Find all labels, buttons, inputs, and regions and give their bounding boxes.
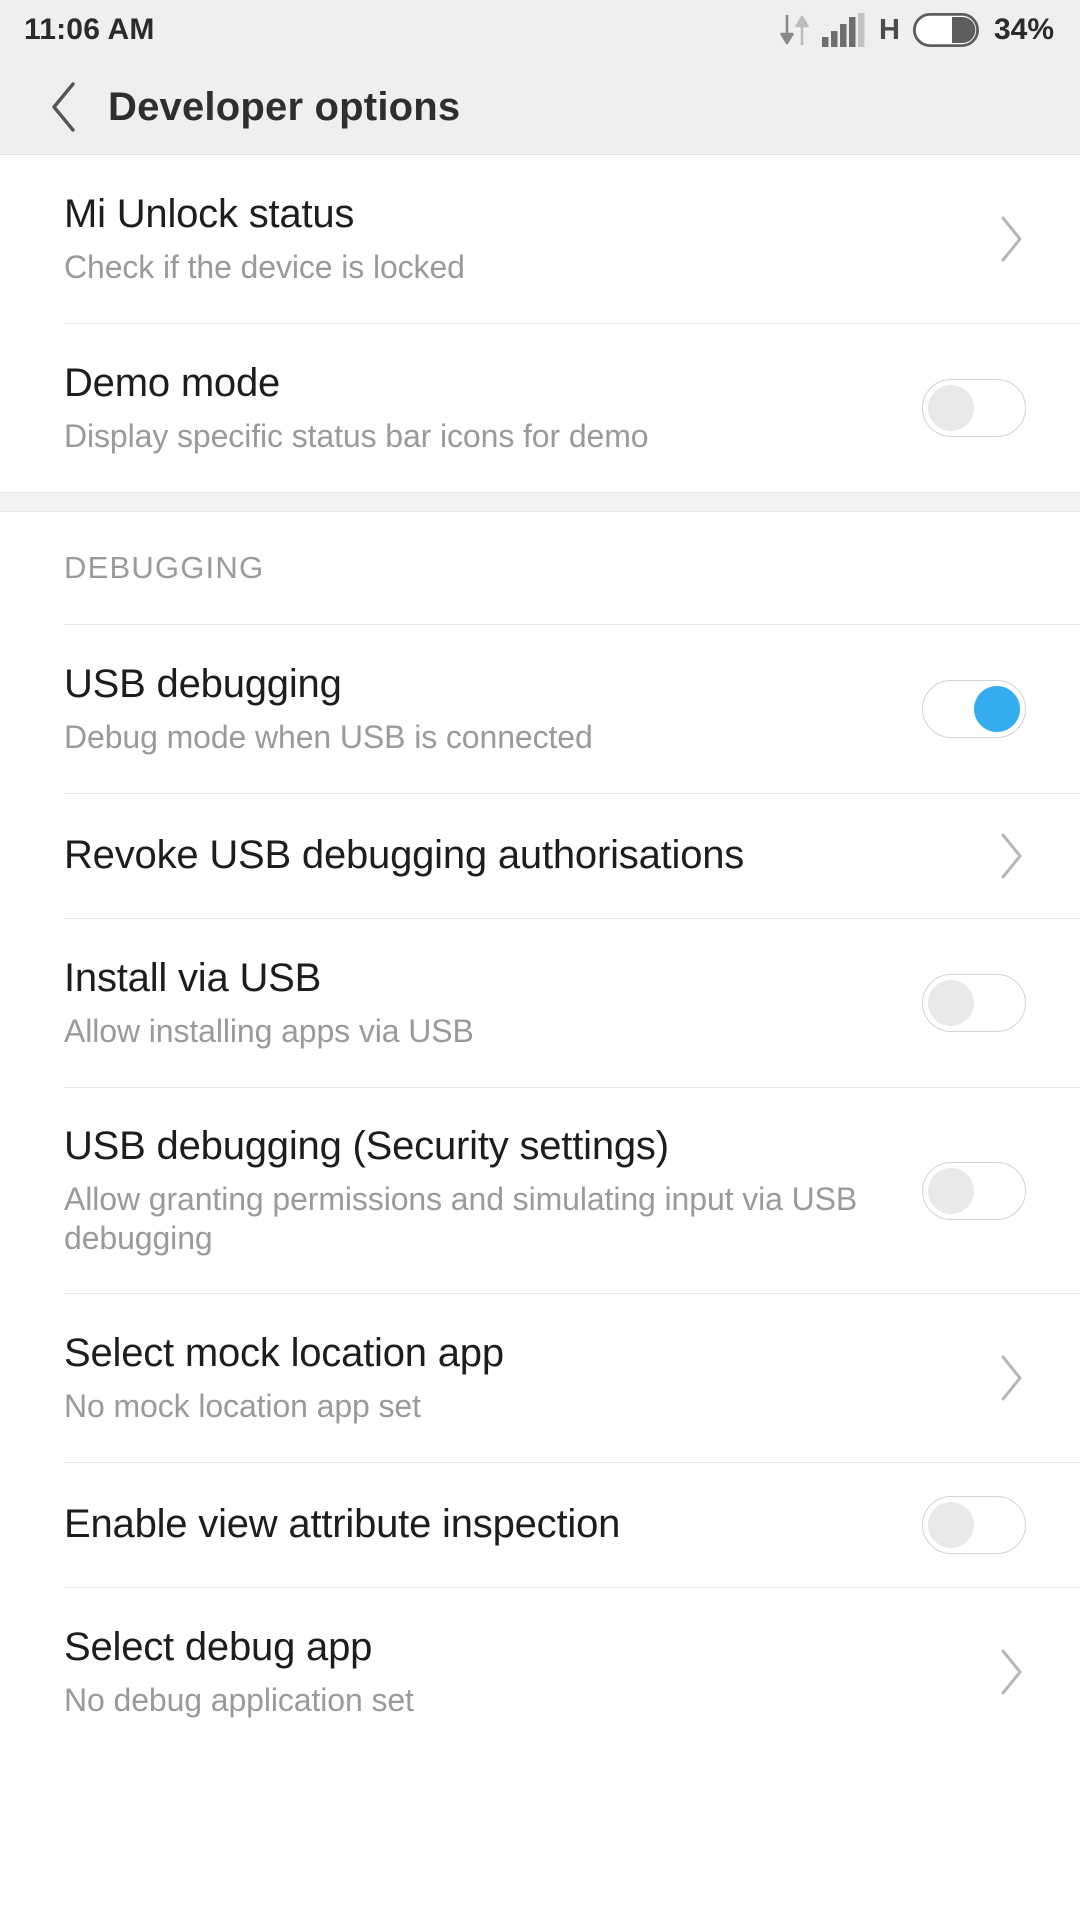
chevron-right-icon [1001,1649,1022,1695]
row-toggle-switch[interactable] [922,974,1026,1032]
data-transfer-icon [780,15,809,45]
row-title: USB debugging (Security settings) [64,1124,669,1169]
row-toggle-switch[interactable] [922,680,1026,738]
row-chevron[interactable] [994,1351,1030,1405]
row-toggle-switch[interactable] [922,379,1026,437]
toggle-knob [928,1167,974,1214]
row-enable-view-attribute-inspection[interactable]: Enable view attribute inspection [0,1463,1080,1587]
row-select-debug-app[interactable]: Select debug app No debug application set [0,1588,1080,1756]
row-usb-debugging[interactable]: USB debugging Debug mode when USB is conn… [0,625,1080,793]
row-text-block: Install via USB Allow installing apps via… [64,955,922,1050]
back-chevron-icon [52,82,75,132]
app-bar: Developer options [0,60,1080,155]
row-title: Revoke USB debugging authorisations [64,833,745,878]
row-select-mock-location-app[interactable]: Select mock location app No mock location… [0,1294,1080,1462]
row-text-block: USB debugging Debug mode when USB is conn… [64,661,922,756]
row-chevron[interactable] [994,212,1030,266]
row-subtitle: No debug application set [64,1681,414,1718]
row-mi-unlock-status[interactable]: Mi Unlock status Check if the device is l… [0,155,1080,323]
row-demo-mode[interactable]: Demo mode Display specific status bar ico… [0,324,1080,492]
row-revoke-usb-debugging-authorisations[interactable]: Revoke USB debugging authorisations [0,794,1080,918]
row-subtitle: Check if the device is locked [64,248,465,285]
row-text-block: Select debug app No debug application set [64,1624,994,1719]
row-text-block: Revoke USB debugging authorisations [64,832,994,879]
row-toggle-switch[interactable] [922,1496,1026,1554]
row-text-block: Mi Unlock status Check if the device is l… [64,191,994,286]
status-bar-clock: 11:06 AM [24,13,155,46]
chevron-right-icon [1001,833,1022,879]
row-chevron[interactable] [994,829,1030,883]
toggle-knob [928,385,974,431]
row-title: Enable view attribute inspection [64,1502,621,1547]
row-install-via-usb[interactable]: Install via USB Allow installing apps via… [0,919,1080,1087]
row-subtitle: Display specific status bar icons for de… [64,417,649,454]
row-title: USB debugging [64,662,342,707]
developer-options-screen: 11:06 AM H 34% Developer options Mi Unlo… [0,0,1080,1920]
row-subtitle: No mock location app set [64,1387,421,1424]
row-title: Mi Unlock status [64,192,355,237]
row-title: Select debug app [64,1625,373,1670]
signal-bars-icon [822,13,865,47]
row-text-block: Demo mode Display specific status bar ico… [64,360,922,455]
toggle-knob [974,686,1020,732]
row-subtitle: Allow granting permissions and simulatin… [64,1180,858,1256]
section-header-label: DEBUGGING [64,550,265,585]
page-title: Developer options [108,84,461,129]
chevron-right-icon [1001,1355,1022,1401]
row-text-block: USB debugging (Security settings) Allow g… [64,1123,922,1257]
status-bar: 11:06 AM H 34% [0,0,1080,60]
row-subtitle: Allow installing apps via USB [64,1012,474,1049]
row-title: Demo mode [64,361,281,406]
back-button[interactable] [36,72,92,142]
battery-icon [912,13,979,47]
row-subtitle: Debug mode when USB is connected [64,718,593,755]
row-toggle-switch[interactable] [922,1161,1026,1220]
chevron-right-icon [1001,216,1022,262]
row-text-block: Select mock location app No mock location… [64,1330,994,1425]
network-type-label: H [879,13,900,46]
row-usb-debugging-security-settings[interactable]: USB debugging (Security settings) Allow g… [0,1088,1080,1293]
section-separator [0,492,1080,512]
row-title: Select mock location app [64,1331,504,1376]
row-text-block: Enable view attribute inspection [64,1501,922,1548]
row-title: Install via USB [64,956,322,1001]
toggle-knob [928,1502,974,1548]
section-header: DEBUGGING [0,512,1080,624]
status-bar-icons: H 34% [780,13,1054,47]
toggle-knob [928,980,974,1026]
settings-list: Mi Unlock status Check if the device is l… [0,155,1080,1756]
row-chevron[interactable] [994,1645,1030,1699]
battery-percent-label: 34% [993,13,1054,46]
